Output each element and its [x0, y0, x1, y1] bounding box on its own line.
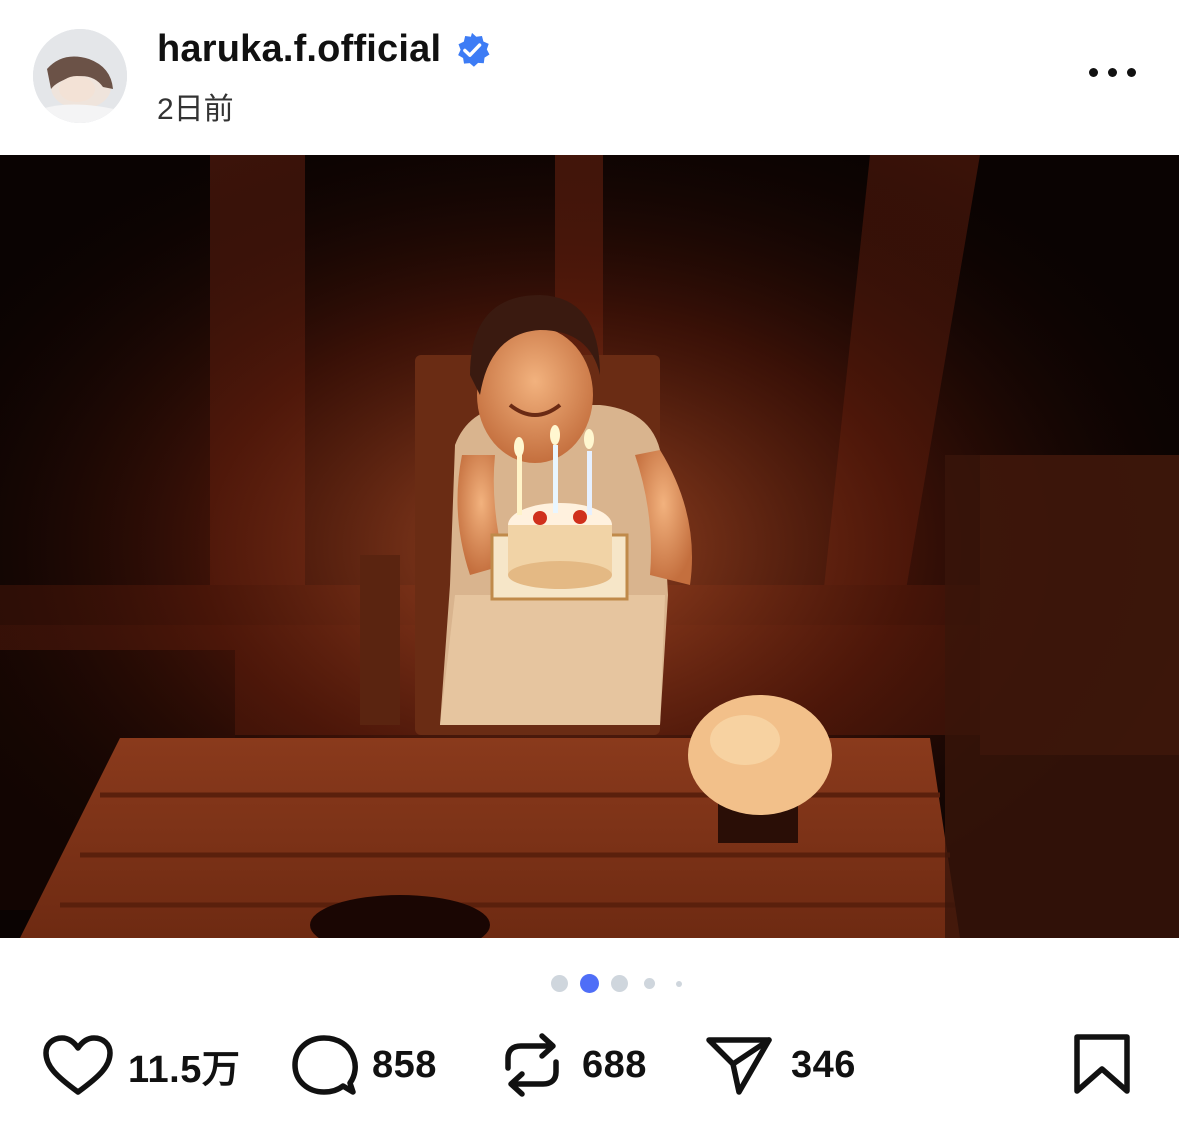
like-count: 11.5万 — [128, 1048, 241, 1091]
repost-count: 688 — [582, 1043, 647, 1086]
reply-button[interactable]: 858 — [290, 1033, 437, 1097]
repost-icon — [505, 1033, 559, 1097]
carousel-dot-active[interactable] — [580, 974, 599, 993]
comment-icon — [292, 1035, 358, 1095]
like-button[interactable]: 11.5万 — [42, 1033, 240, 1097]
more-horizontal-icon — [1089, 68, 1098, 77]
more-options-button[interactable] — [1086, 60, 1138, 86]
bookmark-icon — [1074, 1034, 1130, 1094]
carousel-dot[interactable] — [611, 975, 628, 992]
avatar[interactable] — [33, 29, 127, 123]
repost-button[interactable]: 688 — [500, 1033, 647, 1097]
reply-count: 858 — [372, 1043, 437, 1086]
heart-icon — [43, 1035, 113, 1095]
carousel-dot[interactable] — [551, 975, 568, 992]
post-timestamp: 2日前 — [157, 93, 234, 126]
send-icon — [706, 1037, 772, 1095]
post-photo[interactable] — [0, 155, 1179, 938]
carousel-indicator — [0, 973, 1179, 995]
carousel-dot[interactable] — [644, 978, 655, 989]
carousel-dot[interactable] — [676, 981, 682, 987]
birthday-cake-photo — [0, 155, 1179, 938]
verified-badge-icon — [458, 32, 490, 67]
bookmark-button[interactable] — [1071, 1033, 1133, 1095]
avatar-photo — [33, 29, 127, 123]
username[interactable]: haruka.f.official — [157, 28, 441, 71]
share-count: 346 — [791, 1043, 856, 1086]
share-button[interactable]: 346 — [705, 1033, 856, 1097]
